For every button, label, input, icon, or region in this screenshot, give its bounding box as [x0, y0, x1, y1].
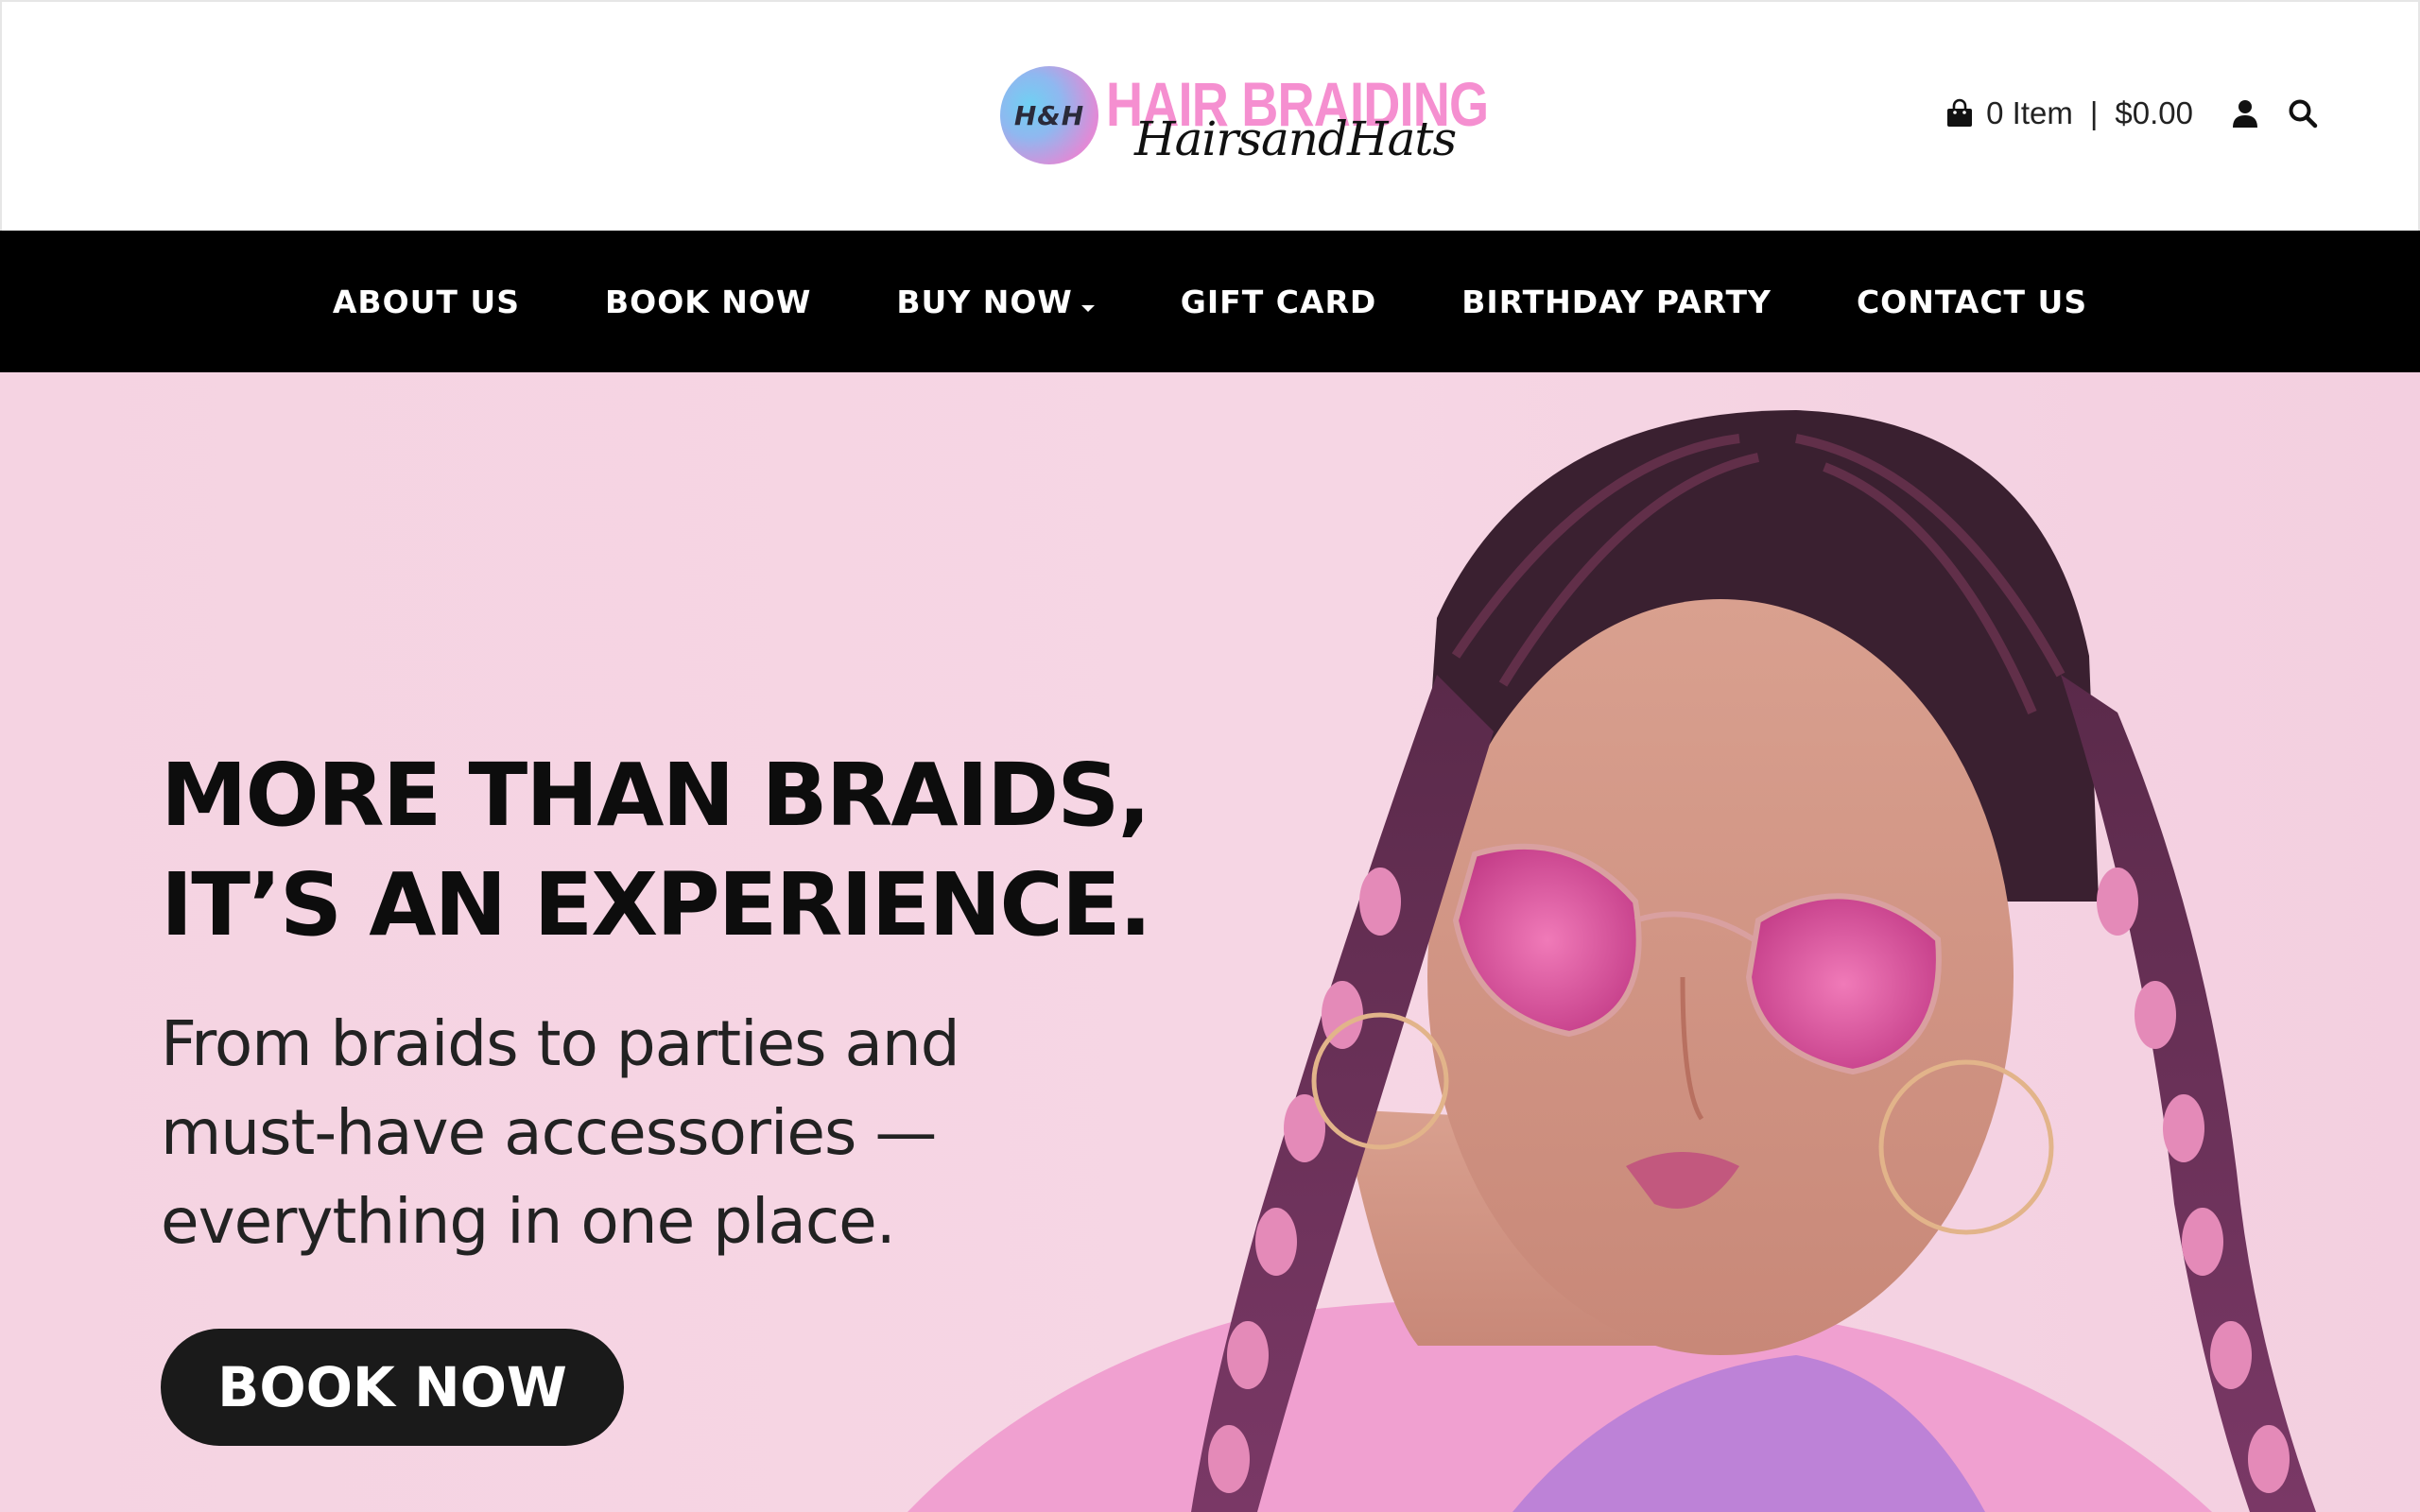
cart-separator: |	[2089, 95, 2099, 130]
nav-birthday-party[interactable]: BIRTHDAY PARTY	[1419, 284, 1814, 320]
chevron-down-icon	[1080, 305, 1095, 312]
cart-count: 0 Item	[1986, 95, 2073, 130]
hero-subtitle-line: everything in one place.	[161, 1185, 896, 1258]
hero-subtitle-line: must-have accessories —	[161, 1096, 937, 1169]
nav-about-us[interactable]: ABOUT US	[290, 284, 562, 320]
site-logo[interactable]: H&H HAIR BRAIDING HairsandHats	[1000, 62, 1489, 176]
shopping-bag-icon	[1947, 98, 1973, 127]
hero-title: MORE THAN BRAIDS, IT’S AN EXPERIENCE.	[161, 741, 1295, 960]
cart-total: $0.00	[2115, 95, 2193, 130]
cart-link[interactable]: 0 Item | $0.00	[1945, 95, 2193, 131]
user-icon	[2233, 100, 2257, 128]
logo-badge: H&H	[1000, 66, 1098, 164]
logo-script-text: HairsandHats	[1134, 112, 1457, 166]
nav-item-label: BOOK NOW	[604, 283, 812, 320]
search-icon	[2289, 99, 2318, 129]
site-header: H&H HAIR BRAIDING HairsandHats 0 Item | …	[0, 0, 2420, 231]
book-now-button[interactable]: BOOK NOW	[161, 1329, 624, 1446]
logo-badge-text: H&H	[1013, 99, 1085, 131]
hero-title-line: IT’S AN EXPERIENCE.	[161, 854, 1152, 955]
header-tools: 0 Item | $0.00	[1945, 93, 2318, 134]
nav-item-label: ABOUT US	[332, 283, 520, 320]
main-nav: ABOUT US BOOK NOW BUY NOW GIFT CARD BIRT…	[0, 231, 2420, 372]
nav-item-label: GIFT CARD	[1180, 283, 1377, 320]
nav-item-label: BIRTHDAY PARTY	[1461, 283, 1772, 320]
account-button[interactable]	[2193, 98, 2259, 129]
nav-item-label: BUY NOW	[896, 283, 1073, 320]
hero-banner: MORE THAN BRAIDS, IT’S AN EXPERIENCE. Fr…	[0, 372, 2420, 1512]
nav-gift-card[interactable]: GIFT CARD	[1138, 284, 1419, 320]
hero-copy: MORE THAN BRAIDS, IT’S AN EXPERIENCE. Fr…	[161, 741, 1295, 1266]
search-button[interactable]	[2259, 98, 2318, 129]
nav-contact-us[interactable]: CONTACT US	[1814, 284, 2130, 320]
nav-book-now[interactable]: BOOK NOW	[562, 284, 854, 320]
hero-title-line: MORE THAN BRAIDS,	[161, 745, 1150, 846]
hero-subtitle-line: From braids to parties and	[161, 1007, 960, 1080]
hero-subtitle: From braids to parties and must-have acc…	[161, 1000, 1295, 1266]
nav-buy-now[interactable]: BUY NOW	[854, 284, 1137, 320]
nav-item-label: CONTACT US	[1856, 283, 2088, 320]
